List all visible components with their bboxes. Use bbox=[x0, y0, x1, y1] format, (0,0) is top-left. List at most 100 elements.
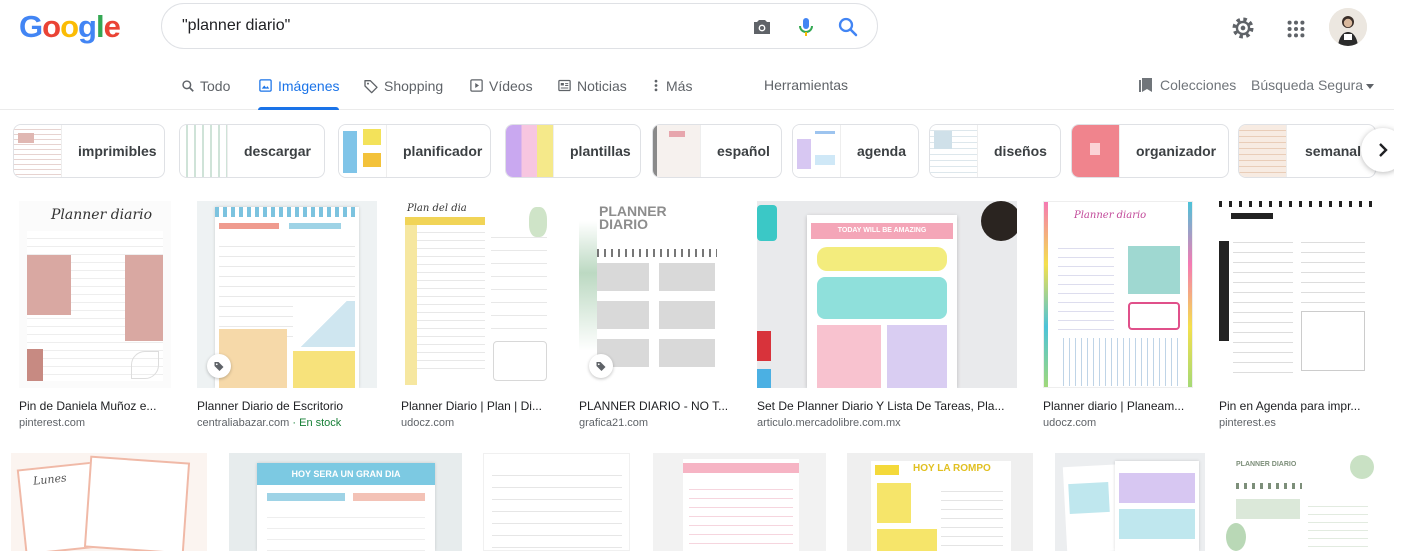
chip-plantillas[interactable]: plantillas bbox=[505, 124, 641, 178]
thumb-text: TODAY WILL BE AMAZING bbox=[811, 223, 953, 239]
result-source[interactable]: udocz.com bbox=[1043, 417, 1096, 429]
tab-imagenes[interactable]: Imágenes bbox=[258, 62, 340, 110]
tab-videos[interactable]: Vídeos bbox=[469, 62, 533, 109]
logo-letter: l bbox=[95, 9, 105, 44]
chip-label: agenda bbox=[857, 143, 907, 159]
image-result[interactable]: Planner diario Pin de Daniela Muñoz e...… bbox=[19, 201, 171, 431]
logo-letter: G bbox=[19, 9, 43, 44]
tab-label: Todo bbox=[200, 77, 231, 94]
result-thumbnail[interactable]: Lunes bbox=[11, 453, 207, 551]
search-icon[interactable] bbox=[836, 15, 860, 39]
apps-grid-icon[interactable] bbox=[1285, 18, 1307, 40]
google-logo[interactable]: Google bbox=[19, 9, 121, 45]
search-tabs: Todo Imágenes Shopping Vídeos Noticias M… bbox=[0, 62, 1403, 110]
thumb-text: PLANNER DIARIO bbox=[1236, 461, 1297, 468]
result-thumbnail[interactable]: Planner diario bbox=[1043, 201, 1193, 388]
result-source[interactable]: pinterest.es bbox=[1219, 417, 1276, 429]
chevron-right-icon bbox=[1379, 143, 1388, 157]
result-title[interactable]: Pin de Daniela Muñoz e... bbox=[19, 399, 171, 413]
chip-planificador[interactable]: planificador bbox=[338, 124, 491, 178]
chip-disenos[interactable]: diseños bbox=[929, 124, 1061, 178]
play-icon bbox=[470, 79, 483, 92]
result-thumbnail[interactable] bbox=[197, 201, 377, 388]
chip-thumbnail bbox=[653, 125, 701, 177]
in-stock-label: · En stock bbox=[289, 417, 342, 429]
logo-letter: e bbox=[103, 9, 121, 44]
result-thumbnail[interactable]: PLANNER DIARIO bbox=[579, 201, 731, 388]
chip-label: diseños bbox=[994, 143, 1047, 159]
chip-thumbnail bbox=[1072, 125, 1120, 177]
tab-todo[interactable]: Todo bbox=[181, 62, 230, 109]
avatar[interactable] bbox=[1329, 8, 1367, 46]
result-thumbnail[interactable]: Planner diario bbox=[19, 201, 171, 388]
result-thumbnail[interactable] bbox=[1055, 453, 1205, 551]
tag-icon bbox=[364, 79, 378, 93]
chip-thumbnail bbox=[339, 125, 387, 177]
result-source[interactable]: articulo.mercadolibre.com.mx bbox=[757, 417, 901, 429]
logo-letter: o bbox=[60, 9, 79, 44]
search-icon bbox=[182, 79, 194, 92]
tab-label: Shopping bbox=[384, 77, 444, 94]
collections-label: Colecciones bbox=[1160, 77, 1237, 93]
image-result[interactable]: Plan del dia Planner Diario | Plan | Di.… bbox=[401, 201, 555, 431]
result-thumbnail[interactable]: PLANNER DIARIO bbox=[1226, 453, 1376, 551]
tab-mas[interactable]: Más bbox=[651, 62, 692, 109]
result-thumbnail[interactable] bbox=[1219, 201, 1374, 388]
news-icon bbox=[558, 79, 571, 92]
tools-button[interactable]: Herramientas bbox=[764, 77, 848, 93]
chip-imprimibles[interactable]: imprimibles bbox=[13, 124, 165, 178]
image-result[interactable]: TODAY WILL BE AMAZING Set De Planner Dia… bbox=[757, 201, 1017, 431]
microphone-icon[interactable] bbox=[794, 15, 818, 39]
tab-shopping[interactable]: Shopping bbox=[363, 62, 443, 109]
gear-icon[interactable] bbox=[1229, 14, 1257, 42]
result-title[interactable]: Set De Planner Diario Y Lista De Tareas,… bbox=[757, 399, 1017, 413]
chip-agenda[interactable]: agenda bbox=[792, 124, 919, 178]
image-result[interactable]: Planner diario Planner diario | Planeam.… bbox=[1043, 201, 1193, 431]
safe-search-label: Búsqueda Segura bbox=[1251, 77, 1364, 93]
result-thumbnail[interactable]: Plan del dia bbox=[401, 201, 555, 388]
product-tag-badge bbox=[207, 354, 231, 378]
chip-espanol[interactable]: español bbox=[652, 124, 782, 178]
search-input[interactable]: "planner diario" bbox=[182, 17, 290, 35]
thumb-text: Plan del dia bbox=[407, 203, 467, 214]
camera-icon[interactable] bbox=[750, 15, 774, 39]
chip-organizador[interactable]: organizador bbox=[1071, 124, 1229, 178]
result-source[interactable]: centraliabazar.com · En stock bbox=[197, 417, 341, 429]
tab-label: Imágenes bbox=[278, 77, 340, 94]
tab-label: Noticias bbox=[577, 77, 627, 94]
tab-noticias[interactable]: Noticias bbox=[557, 62, 627, 109]
chip-label: imprimibles bbox=[78, 143, 157, 159]
image-result[interactable]: PLANNER DIARIO PLANNER DIARIO - NO T... … bbox=[579, 201, 731, 431]
image-result[interactable]: Planner Diario de Escritorio centraliaba… bbox=[197, 201, 377, 431]
result-title[interactable]: Planner Diario | Plan | Di... bbox=[401, 399, 555, 413]
avatar-image bbox=[1329, 8, 1367, 46]
thumb-text: HOY SERA UN GRAN DIA bbox=[257, 463, 435, 485]
result-thumbnail[interactable]: HOY SERA UN GRAN DIA bbox=[229, 453, 462, 551]
result-source[interactable]: grafica21.com bbox=[579, 417, 648, 429]
image-result[interactable]: Pin en Agenda para impr... pinterest.es bbox=[1219, 201, 1374, 431]
result-thumbnail[interactable]: TODAY WILL BE AMAZING bbox=[757, 201, 1017, 388]
result-title[interactable]: Planner Diario de Escritorio bbox=[197, 399, 377, 413]
result-source[interactable]: udocz.com bbox=[401, 417, 454, 429]
image-icon bbox=[259, 79, 272, 92]
result-thumbnail[interactable] bbox=[483, 453, 630, 551]
search-box[interactable]: "planner diario" bbox=[161, 3, 878, 49]
result-title[interactable]: Planner diario | Planeam... bbox=[1043, 399, 1193, 413]
chip-thumbnail bbox=[180, 125, 228, 177]
logo-letter: o bbox=[42, 9, 61, 44]
scrollbar-track[interactable] bbox=[1394, 0, 1403, 551]
collections-link[interactable]: Colecciones bbox=[1139, 77, 1236, 93]
result-title[interactable]: PLANNER DIARIO - NO T... bbox=[579, 399, 731, 413]
chip-thumbnail bbox=[14, 125, 62, 177]
chip-descargar[interactable]: descargar bbox=[179, 124, 325, 178]
chip-semanal[interactable]: semanal bbox=[1238, 124, 1376, 178]
result-source[interactable]: pinterest.com bbox=[19, 417, 85, 429]
result-title[interactable]: Pin en Agenda para impr... bbox=[1219, 399, 1374, 413]
tab-label: Vídeos bbox=[489, 77, 533, 94]
result-thumbnail[interactable]: HOY LA ROMPO bbox=[847, 453, 1033, 551]
result-thumbnail[interactable] bbox=[653, 453, 826, 551]
safe-search-dropdown[interactable]: Búsqueda Segura bbox=[1251, 77, 1375, 93]
chip-label: plantillas bbox=[570, 143, 631, 159]
thumb-text: Planner diario bbox=[1074, 210, 1147, 221]
more-vertical-icon bbox=[654, 79, 658, 92]
